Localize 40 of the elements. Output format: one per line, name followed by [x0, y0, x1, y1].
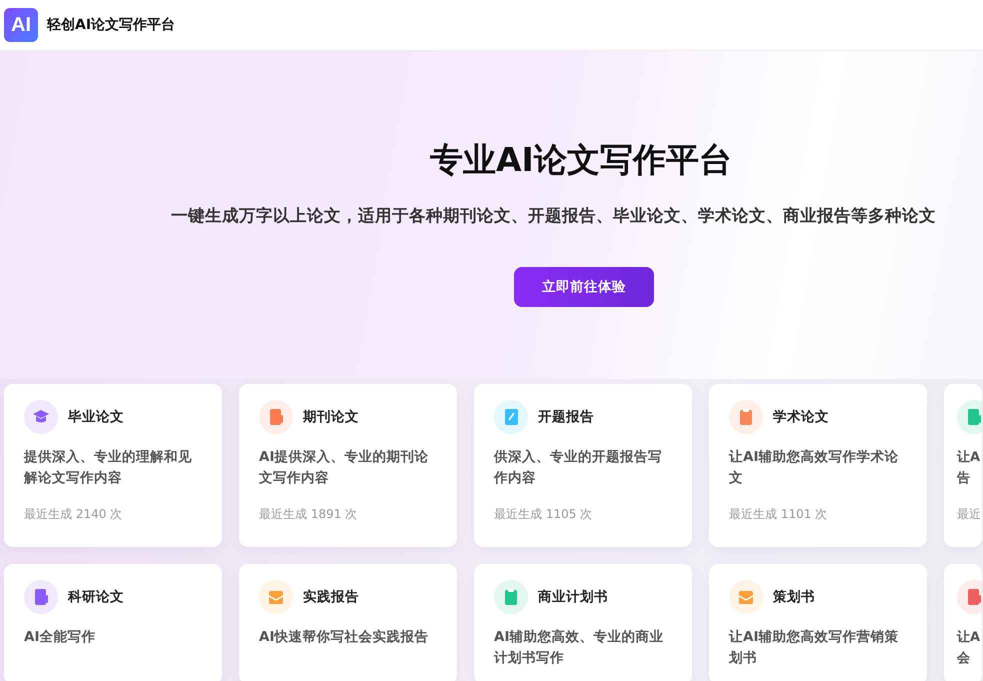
usage-count: 最近生成 2140 次 — [24, 506, 124, 523]
card-description: 让AI辅助您高效写作营销策划书 — [729, 628, 900, 668]
feature-card[interactable]: 毕业论文 提供深入、专业的理解和见解论文写作内容 最近生成 2140 次 — [4, 384, 222, 547]
usage-count: 最近生成 1891 次 — [259, 506, 358, 523]
feature-card[interactable]: 开题报告 供深入、专业的开题报告写作内容 最近生成 1105 次 — [474, 384, 692, 547]
card-description: 供深入、专业的开题报告写作内容 — [494, 448, 663, 488]
hero-subtitle: 一键生成万字以上论文，适用于各种期刊论文、开题报告、毕业论文、学术论文、商业报告等多种论文 — [171, 205, 936, 227]
feature-card[interactable]: 策划书 让AI辅助您高效写作营销策划书 — [709, 564, 927, 681]
feature-card[interactable]: 实践报告 AI快速帮你写社会实践报告 — [239, 564, 457, 681]
usage-count: 最近生成 1101 次 — [729, 506, 828, 523]
card-description: 让A — [957, 629, 982, 647]
site-title: 轻创AI论文写作平台 — [47, 16, 176, 34]
card-title: 策划书 — [773, 588, 815, 606]
feature-card[interactable]: 让A 告 最近 — [944, 384, 982, 547]
card-title: 科研论文 — [68, 588, 124, 606]
usage-count: 最近 — [957, 506, 982, 523]
card-title: 毕业论文 — [68, 408, 124, 426]
card-description: AI快速帮你写社会实践报告 — [259, 628, 430, 647]
card-description: 告 — [957, 470, 971, 488]
feature-card[interactable]: 学术论文 让AI辅助您高效写作学术论文 最近生成 1101 次 — [709, 384, 927, 547]
card-description: AI提供深入、专业的期刊论文写作内容 — [259, 448, 430, 488]
logo: AI — [4, 8, 38, 42]
feature-card[interactable]: 让A 会 — [944, 564, 982, 681]
card-description: 让AI辅助您高效写作学术论文 — [729, 448, 900, 488]
card-description: AI全能写作 — [24, 628, 96, 647]
feature-card[interactable]: 科研论文 AI全能写作 — [4, 564, 222, 681]
hero-title: 专业AI论文写作平台 — [430, 139, 732, 181]
card-title: 学术论文 — [773, 408, 829, 426]
card-description: 提供深入、专业的理解和见解论文写作内容 — [24, 448, 193, 488]
card-title: 实践报告 — [303, 588, 359, 606]
usage-count: 最近生成 1105 次 — [494, 506, 594, 523]
feature-card[interactable]: 商业计划书 AI辅助您高效、专业的商业计划书写作 — [474, 564, 692, 681]
card-title: 期刊论文 — [303, 408, 359, 426]
try-now-button[interactable]: 立即前往体验 — [514, 267, 654, 307]
card-title: 开题报告 — [538, 408, 594, 426]
card-title: 商业计划书 — [538, 588, 608, 606]
card-description: 会 — [957, 650, 971, 668]
card-description: AI辅助您高效、专业的商业计划书写作 — [494, 628, 664, 668]
feature-card[interactable]: 期刊论文 AI提供深入、专业的期刊论文写作内容 最近生成 1891 次 — [239, 384, 457, 547]
card-description: 让A — [957, 449, 982, 467]
